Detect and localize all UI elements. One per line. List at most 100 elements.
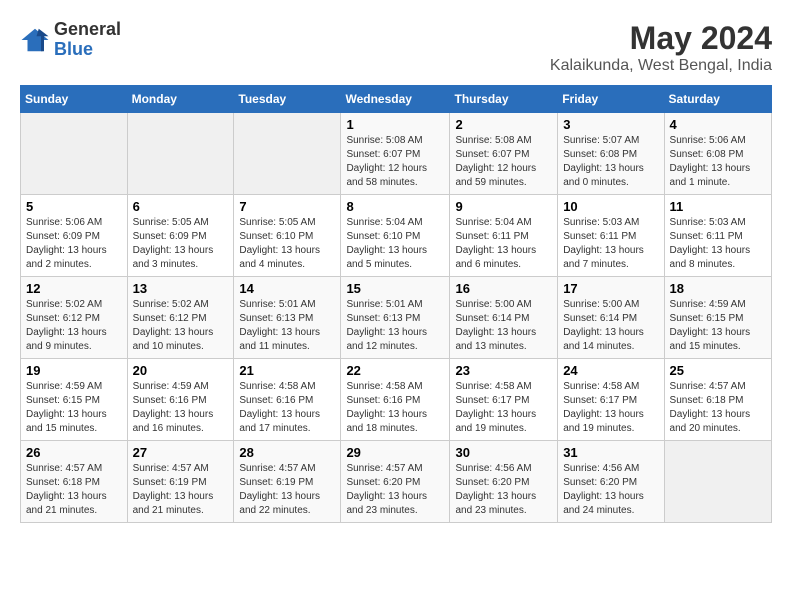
day-cell: [234, 113, 341, 195]
day-cell: 7 Sunrise: 5:05 AMSunset: 6:10 PMDaylight…: [234, 195, 341, 277]
week-row-2: 5 Sunrise: 5:06 AMSunset: 6:09 PMDaylight…: [21, 195, 772, 277]
day-number: 10: [563, 199, 658, 214]
day-cell: 23 Sunrise: 4:58 AMSunset: 6:17 PMDayligh…: [450, 359, 558, 441]
day-cell: 3Sunrise: 5:07 AMSunset: 6:08 PMDaylight…: [558, 113, 664, 195]
day-number: 3: [563, 117, 658, 132]
day-info: Sunrise: 4:56 AMSunset: 6:20 PMDaylight:…: [563, 462, 658, 518]
day-info: Sunrise: 5:00 AMSunset: 6:14 PMDaylight:…: [563, 298, 658, 354]
day-info: Sunrise: 4:58 AMSunset: 6:16 PMDaylight:…: [239, 380, 335, 436]
day-cell: 2 Sunrise: 5:08 AMSunset: 6:07 PMDaylight…: [450, 113, 558, 195]
day-number: 2: [455, 117, 552, 132]
day-cell: 31 Sunrise: 4:56 AMSunset: 6:20 PMDayligh…: [558, 441, 664, 523]
day-info: Sunrise: 4:57 AMSunset: 6:20 PMDaylight:…: [346, 462, 444, 518]
day-number: 25: [670, 363, 766, 378]
day-number: 17: [563, 281, 658, 296]
day-number: 24: [563, 363, 658, 378]
day-cell: 18 Sunrise: 4:59 AMSunset: 6:15 PMDayligh…: [664, 277, 771, 359]
day-info: Sunrise: 5:02 AMSunset: 6:12 PMDaylight:…: [26, 298, 122, 354]
day-info: Sunrise: 5:08 AMSunset: 6:07 PMDaylight:…: [455, 134, 552, 190]
day-info: Sunrise: 4:59 AMSunset: 6:15 PMDaylight:…: [670, 298, 766, 354]
day-cell: 17 Sunrise: 5:00 AMSunset: 6:14 PMDayligh…: [558, 277, 664, 359]
day-info: Sunrise: 5:05 AMSunset: 6:10 PMDaylight:…: [239, 216, 335, 272]
day-info: Sunrise: 4:59 AMSunset: 6:16 PMDaylight:…: [133, 380, 229, 436]
day-cell: 22Sunrise: 4:58 AMSunset: 6:16 PMDayligh…: [341, 359, 450, 441]
day-number: 9: [455, 199, 552, 214]
day-info: Sunrise: 5:03 AMSunset: 6:11 PMDaylight:…: [563, 216, 658, 272]
subtitle: Kalaikunda, West Bengal, India: [550, 57, 772, 75]
day-cell: 4 Sunrise: 5:06 AMSunset: 6:08 PMDaylight…: [664, 113, 771, 195]
day-number: 21: [239, 363, 335, 378]
logo-blue-text: Blue: [54, 40, 121, 60]
header-row: SundayMondayTuesdayWednesdayThursdayFrid…: [21, 86, 772, 113]
day-number: 12: [26, 281, 122, 296]
day-info: Sunrise: 5:01 AMSunset: 6:13 PMDaylight:…: [346, 298, 444, 354]
day-cell: 25 Sunrise: 4:57 AMSunset: 6:18 PMDayligh…: [664, 359, 771, 441]
header: General Blue May 2024 Kalaikunda, West B…: [20, 20, 772, 75]
day-info: Sunrise: 4:57 AMSunset: 6:18 PMDaylight:…: [670, 380, 766, 436]
logo-general-text: General: [54, 20, 121, 40]
header-cell-sunday: Sunday: [21, 86, 128, 113]
day-number: 26: [26, 445, 122, 460]
day-info: Sunrise: 4:58 AMSunset: 6:17 PMDaylight:…: [455, 380, 552, 436]
day-info: Sunrise: 4:59 AMSunset: 6:15 PMDaylight:…: [26, 380, 122, 436]
day-cell: 24Sunrise: 4:58 AMSunset: 6:17 PMDayligh…: [558, 359, 664, 441]
day-info: Sunrise: 5:03 AMSunset: 6:11 PMDaylight:…: [670, 216, 766, 272]
day-number: 6: [133, 199, 229, 214]
day-info: Sunrise: 5:05 AMSunset: 6:09 PMDaylight:…: [133, 216, 229, 272]
day-info: Sunrise: 5:06 AMSunset: 6:08 PMDaylight:…: [670, 134, 766, 190]
logo: General Blue: [20, 20, 121, 60]
day-number: 20: [133, 363, 229, 378]
day-info: Sunrise: 4:56 AMSunset: 6:20 PMDaylight:…: [455, 462, 552, 518]
day-number: 4: [670, 117, 766, 132]
day-info: Sunrise: 4:57 AMSunset: 6:19 PMDaylight:…: [239, 462, 335, 518]
day-cell: 27Sunrise: 4:57 AMSunset: 6:19 PMDayligh…: [127, 441, 234, 523]
calendar-body: 1 Sunrise: 5:08 AMSunset: 6:07 PMDaylight…: [21, 113, 772, 523]
day-number: 8: [346, 199, 444, 214]
day-cell: 21 Sunrise: 4:58 AMSunset: 6:16 PMDayligh…: [234, 359, 341, 441]
day-cell: 26 Sunrise: 4:57 AMSunset: 6:18 PMDayligh…: [21, 441, 128, 523]
day-cell: 6 Sunrise: 5:05 AMSunset: 6:09 PMDaylight…: [127, 195, 234, 277]
day-number: 16: [455, 281, 552, 296]
day-info: Sunrise: 5:04 AMSunset: 6:10 PMDaylight:…: [346, 216, 444, 272]
day-info: Sunrise: 5:06 AMSunset: 6:09 PMDaylight:…: [26, 216, 122, 272]
header-cell-thursday: Thursday: [450, 86, 558, 113]
day-info: Sunrise: 5:00 AMSunset: 6:14 PMDaylight:…: [455, 298, 552, 354]
day-cell: 5 Sunrise: 5:06 AMSunset: 6:09 PMDaylight…: [21, 195, 128, 277]
day-cell: 12 Sunrise: 5:02 AMSunset: 6:12 PMDayligh…: [21, 277, 128, 359]
day-cell: 29Sunrise: 4:57 AMSunset: 6:20 PMDayligh…: [341, 441, 450, 523]
week-row-5: 26 Sunrise: 4:57 AMSunset: 6:18 PMDayligh…: [21, 441, 772, 523]
day-cell: 11Sunrise: 5:03 AMSunset: 6:11 PMDayligh…: [664, 195, 771, 277]
day-cell: 28Sunrise: 4:57 AMSunset: 6:19 PMDayligh…: [234, 441, 341, 523]
day-info: Sunrise: 5:01 AMSunset: 6:13 PMDaylight:…: [239, 298, 335, 354]
day-cell: 1 Sunrise: 5:08 AMSunset: 6:07 PMDaylight…: [341, 113, 450, 195]
day-number: 23: [455, 363, 552, 378]
logo-icon: [20, 25, 50, 55]
day-info: Sunrise: 4:57 AMSunset: 6:18 PMDaylight:…: [26, 462, 122, 518]
calendar-table: SundayMondayTuesdayWednesdayThursdayFrid…: [20, 85, 772, 523]
day-number: 30: [455, 445, 552, 460]
week-row-4: 19 Sunrise: 4:59 AMSunset: 6:15 PMDayligh…: [21, 359, 772, 441]
day-number: 7: [239, 199, 335, 214]
day-number: 13: [133, 281, 229, 296]
day-number: 1: [346, 117, 444, 132]
day-info: Sunrise: 5:08 AMSunset: 6:07 PMDaylight:…: [346, 134, 444, 190]
day-number: 27: [133, 445, 229, 460]
day-cell: [21, 113, 128, 195]
day-number: 15: [346, 281, 444, 296]
day-number: 5: [26, 199, 122, 214]
day-cell: 20 Sunrise: 4:59 AMSunset: 6:16 PMDayligh…: [127, 359, 234, 441]
calendar-header: SundayMondayTuesdayWednesdayThursdayFrid…: [21, 86, 772, 113]
day-number: 18: [670, 281, 766, 296]
header-cell-tuesday: Tuesday: [234, 86, 341, 113]
week-row-1: 1 Sunrise: 5:08 AMSunset: 6:07 PMDaylight…: [21, 113, 772, 195]
day-cell: [127, 113, 234, 195]
header-cell-wednesday: Wednesday: [341, 86, 450, 113]
day-cell: 19 Sunrise: 4:59 AMSunset: 6:15 PMDayligh…: [21, 359, 128, 441]
day-cell: 8 Sunrise: 5:04 AMSunset: 6:10 PMDaylight…: [341, 195, 450, 277]
day-cell: 16 Sunrise: 5:00 AMSunset: 6:14 PMDayligh…: [450, 277, 558, 359]
day-number: 14: [239, 281, 335, 296]
main-title: May 2024: [550, 20, 772, 57]
day-number: 19: [26, 363, 122, 378]
day-number: 22: [346, 363, 444, 378]
day-number: 31: [563, 445, 658, 460]
